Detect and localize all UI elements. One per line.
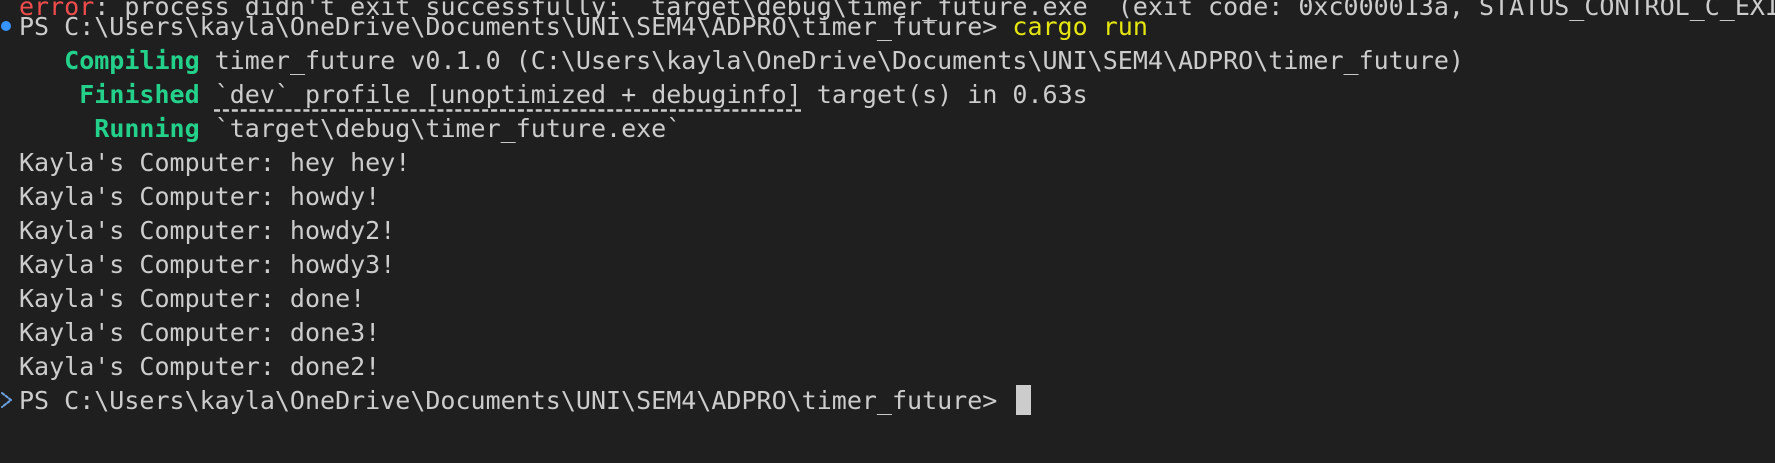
output-line: Kayla's Computer: done2!	[19, 352, 381, 381]
output-line: Kayla's Computer: howdy3!	[19, 250, 396, 279]
prompt-line-current: PS C:\Users\kayla\OneDrive\Documents\UNI…	[19, 384, 1032, 418]
compiling-status: Compiling	[64, 46, 200, 75]
command-success-dot-icon[interactable]	[1, 21, 11, 31]
prompt-path: PS C:\Users\kayla\OneDrive\Documents\UNI…	[19, 12, 998, 41]
compiling-text: timer_future v0.1.0 (C:\Users\kayla\OneD…	[214, 46, 1464, 75]
output-line: Kayla's Computer: howdy2!	[19, 216, 396, 245]
output-line: Kayla's Computer: hey hey!	[19, 148, 411, 177]
running-text: `target\debug\timer_future.exe`	[214, 114, 682, 143]
profile-link[interactable]: `dev` profile [unoptimized + debuginfo]	[215, 80, 802, 109]
command-text: cargo run	[1012, 12, 1148, 41]
running-status: Running	[94, 114, 200, 143]
terminal-panel[interactable]: error: process didn't exit successfully:…	[0, 0, 1775, 463]
command-prompt-arrow-icon[interactable]	[0, 390, 14, 410]
finished-status: Finished	[79, 80, 200, 109]
compiling-line: Compiling timer_future v0.1.0 (C:\Users\…	[19, 44, 1464, 78]
prompt-line-cargo-run: PS C:\Users\kayla\OneDrive\Documents\UNI…	[19, 10, 1148, 44]
finished-line: Finished `dev` profile [unoptimized + de…	[19, 78, 1088, 112]
text-cursor[interactable]	[1016, 385, 1032, 415]
output-line: Kayla's Computer: howdy!	[19, 182, 381, 211]
output-line: Kayla's Computer: done!	[19, 284, 366, 313]
running-line: Running `target\debug\timer_future.exe`	[19, 112, 681, 146]
finished-text: target(s) in 0.63s	[816, 80, 1088, 109]
prompt-path: PS C:\Users\kayla\OneDrive\Documents\UNI…	[19, 386, 998, 415]
output-line: Kayla's Computer: done3!	[19, 318, 381, 347]
